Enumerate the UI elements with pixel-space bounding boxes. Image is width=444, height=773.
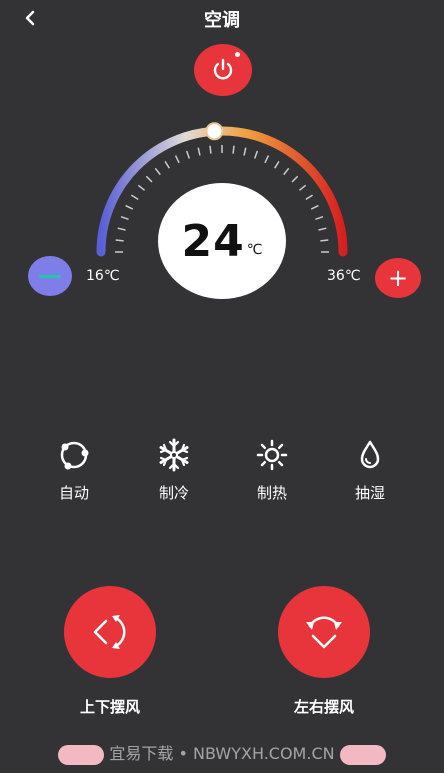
dial-tick bbox=[274, 161, 280, 169]
mode-heat[interactable]: 制热 bbox=[242, 438, 302, 503]
dial-tick bbox=[310, 204, 319, 210]
dial-tick bbox=[320, 239, 329, 242]
temperature-unit: ℃ bbox=[246, 242, 263, 258]
vertical-swing-icon bbox=[93, 615, 126, 649]
dial-tick bbox=[315, 215, 324, 221]
dial-tick bbox=[154, 167, 161, 176]
dial-tick bbox=[243, 147, 247, 156]
dial-tick bbox=[298, 184, 307, 191]
vertical-swing-button[interactable] bbox=[64, 586, 156, 678]
dial-tick bbox=[253, 150, 259, 159]
mode-label: 自动 bbox=[58, 484, 89, 502]
water-drop-icon bbox=[360, 440, 380, 469]
dial-tick bbox=[145, 175, 153, 183]
max-temperature-label: 36℃ bbox=[327, 268, 361, 284]
auto-cycle-icon bbox=[60, 441, 89, 470]
mode-auto[interactable]: 自动 bbox=[44, 438, 104, 503]
dial-tick bbox=[125, 204, 134, 210]
mode-cool[interactable]: 制冷 bbox=[144, 438, 204, 503]
watermark-text: 宜易下载 • NBWYXH.COM.CN bbox=[109, 744, 335, 763]
mode-dehumidify[interactable]: 抽湿 bbox=[340, 438, 400, 503]
dial-tick bbox=[291, 175, 299, 183]
dial-tick bbox=[115, 239, 124, 242]
horizontal-swing-label: 左右摆风 bbox=[293, 698, 354, 716]
increase-temperature-button[interactable]: + bbox=[375, 258, 421, 298]
min-temperature-label: 16℃ bbox=[86, 268, 120, 284]
sun-icon bbox=[256, 439, 288, 471]
dial-tick bbox=[232, 145, 235, 154]
dial-tick bbox=[164, 161, 170, 169]
dial-tick bbox=[131, 194, 139, 200]
decrease-temperature-button[interactable] bbox=[28, 256, 72, 296]
dial-tick bbox=[117, 227, 126, 231]
dial-tick bbox=[264, 155, 270, 164]
mode-label: 制冷 bbox=[158, 484, 189, 502]
temperature-knob bbox=[205, 122, 224, 141]
watermark-pill-right bbox=[339, 744, 386, 765]
dial-tick bbox=[197, 147, 201, 156]
dial-tick bbox=[318, 227, 327, 231]
dial-tick bbox=[120, 215, 129, 221]
dial-tick bbox=[137, 184, 146, 191]
minus-icon bbox=[39, 274, 61, 278]
mode-label: 制热 bbox=[256, 484, 287, 502]
dial-tick bbox=[305, 194, 313, 200]
dial-tick bbox=[209, 145, 212, 154]
dial-tick bbox=[283, 167, 290, 176]
dial-tick bbox=[185, 150, 191, 159]
plus-icon: + bbox=[387, 264, 409, 292]
vertical-swing-label: 上下摆风 bbox=[79, 698, 140, 716]
temperature-display: 24 ℃ bbox=[158, 183, 286, 299]
snowflake-icon bbox=[159, 438, 189, 472]
temperature-value: 24 bbox=[181, 215, 245, 267]
horizontal-swing-icon bbox=[306, 616, 342, 649]
dial-tick bbox=[174, 155, 180, 164]
mode-label: 抽湿 bbox=[354, 484, 385, 502]
watermark-pill-left bbox=[58, 744, 105, 765]
horizontal-swing-button[interactable] bbox=[278, 586, 370, 678]
watermark: 宜易下载 • NBWYXH.COM.CN bbox=[0, 740, 444, 765]
